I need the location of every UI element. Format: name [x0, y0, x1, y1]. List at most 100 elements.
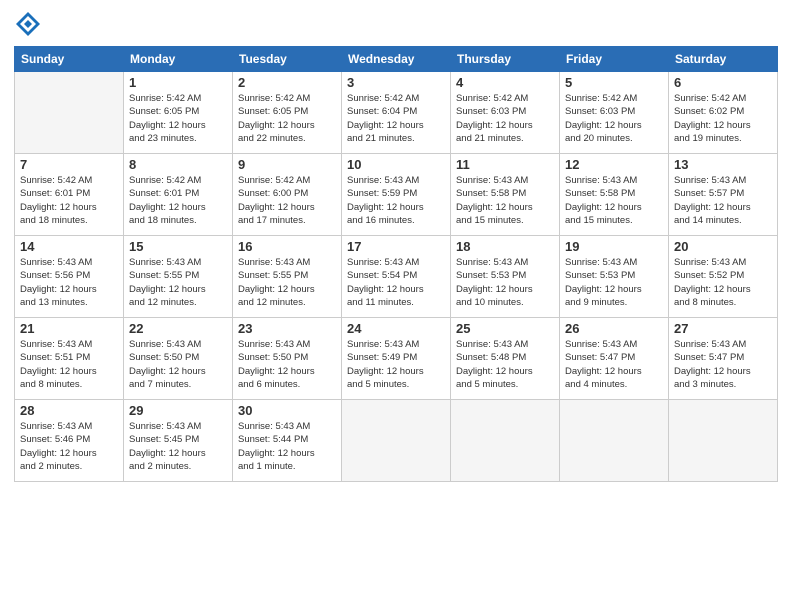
day-info: Sunrise: 5:42 AMSunset: 6:05 PMDaylight:… [129, 92, 227, 145]
day-info: Sunrise: 5:42 AMSunset: 6:01 PMDaylight:… [129, 174, 227, 227]
day-info: Sunrise: 5:42 AMSunset: 6:01 PMDaylight:… [20, 174, 118, 227]
day-number: 18 [456, 239, 554, 254]
day-number: 1 [129, 75, 227, 90]
day-info: Sunrise: 5:43 AMSunset: 5:58 PMDaylight:… [565, 174, 663, 227]
day-number: 29 [129, 403, 227, 418]
day-number: 3 [347, 75, 445, 90]
calendar-cell: 15 Sunrise: 5:43 AMSunset: 5:55 PMDayligh… [124, 236, 233, 318]
calendar-cell: 18 Sunrise: 5:43 AMSunset: 5:53 PMDayligh… [451, 236, 560, 318]
weekday-header-thursday: Thursday [451, 47, 560, 72]
calendar-week-1: 1 Sunrise: 5:42 AMSunset: 6:05 PMDaylight… [15, 72, 778, 154]
day-info: Sunrise: 5:43 AMSunset: 5:50 PMDaylight:… [129, 338, 227, 391]
day-number: 5 [565, 75, 663, 90]
calendar-cell: 13 Sunrise: 5:43 AMSunset: 5:57 PMDayligh… [669, 154, 778, 236]
calendar-cell: 23 Sunrise: 5:43 AMSunset: 5:50 PMDayligh… [233, 318, 342, 400]
day-number: 8 [129, 157, 227, 172]
calendar-cell: 12 Sunrise: 5:43 AMSunset: 5:58 PMDayligh… [560, 154, 669, 236]
calendar-cell: 9 Sunrise: 5:42 AMSunset: 6:00 PMDaylight… [233, 154, 342, 236]
calendar-week-2: 7 Sunrise: 5:42 AMSunset: 6:01 PMDaylight… [15, 154, 778, 236]
day-number: 28 [20, 403, 118, 418]
day-number: 26 [565, 321, 663, 336]
weekday-header-saturday: Saturday [669, 47, 778, 72]
day-info: Sunrise: 5:43 AMSunset: 5:47 PMDaylight:… [565, 338, 663, 391]
day-info: Sunrise: 5:42 AMSunset: 6:05 PMDaylight:… [238, 92, 336, 145]
calendar-cell: 4Sunrise: 5:42 AMSunset: 6:03 PMDaylight… [451, 72, 560, 154]
calendar-cell [669, 400, 778, 482]
day-number: 25 [456, 321, 554, 336]
calendar-cell: 17Sunrise: 5:43 AMSunset: 5:54 PMDayligh… [342, 236, 451, 318]
calendar-cell: 7 Sunrise: 5:42 AMSunset: 6:01 PMDaylight… [15, 154, 124, 236]
calendar-cell: 28 Sunrise: 5:43 AMSunset: 5:46 PMDayligh… [15, 400, 124, 482]
calendar-cell: 19 Sunrise: 5:43 AMSunset: 5:53 PMDayligh… [560, 236, 669, 318]
day-number: 6 [674, 75, 772, 90]
calendar-cell: 2 Sunrise: 5:42 AMSunset: 6:05 PMDaylight… [233, 72, 342, 154]
day-info: Sunrise: 5:43 AMSunset: 5:45 PMDaylight:… [129, 420, 227, 473]
day-number: 30 [238, 403, 336, 418]
calendar-cell: 22 Sunrise: 5:43 AMSunset: 5:50 PMDayligh… [124, 318, 233, 400]
day-number: 2 [238, 75, 336, 90]
day-info: Sunrise: 5:43 AMSunset: 5:46 PMDaylight:… [20, 420, 118, 473]
day-info: Sunrise: 5:42 AMSunset: 6:00 PMDaylight:… [238, 174, 336, 227]
calendar-week-4: 21 Sunrise: 5:43 AMSunset: 5:51 PMDayligh… [15, 318, 778, 400]
day-info: Sunrise: 5:43 AMSunset: 5:50 PMDaylight:… [238, 338, 336, 391]
day-info: Sunrise: 5:43 AMSunset: 5:53 PMDaylight:… [456, 256, 554, 309]
calendar-cell: 27 Sunrise: 5:43 AMSunset: 5:47 PMDayligh… [669, 318, 778, 400]
calendar-cell: 11Sunrise: 5:43 AMSunset: 5:58 PMDayligh… [451, 154, 560, 236]
day-number: 27 [674, 321, 772, 336]
calendar-cell: 20Sunrise: 5:43 AMSunset: 5:52 PMDayligh… [669, 236, 778, 318]
weekday-header-wednesday: Wednesday [342, 47, 451, 72]
day-info: Sunrise: 5:43 AMSunset: 5:56 PMDaylight:… [20, 256, 118, 309]
day-info: Sunrise: 5:43 AMSunset: 5:51 PMDaylight:… [20, 338, 118, 391]
calendar-cell [560, 400, 669, 482]
day-number: 23 [238, 321, 336, 336]
calendar-cell: 21 Sunrise: 5:43 AMSunset: 5:51 PMDayligh… [15, 318, 124, 400]
calendar-table: SundayMondayTuesdayWednesdayThursdayFrid… [14, 46, 778, 482]
calendar-cell: 10Sunrise: 5:43 AMSunset: 5:59 PMDayligh… [342, 154, 451, 236]
day-number: 9 [238, 157, 336, 172]
day-number: 15 [129, 239, 227, 254]
calendar-week-5: 28 Sunrise: 5:43 AMSunset: 5:46 PMDayligh… [15, 400, 778, 482]
calendar-cell: 8 Sunrise: 5:42 AMSunset: 6:01 PMDaylight… [124, 154, 233, 236]
day-number: 20 [674, 239, 772, 254]
logo [14, 10, 46, 38]
calendar-cell: 29 Sunrise: 5:43 AMSunset: 5:45 PMDayligh… [124, 400, 233, 482]
day-info: Sunrise: 5:43 AMSunset: 5:47 PMDaylight:… [674, 338, 772, 391]
day-info: Sunrise: 5:43 AMSunset: 5:54 PMDaylight:… [347, 256, 445, 309]
day-number: 13 [674, 157, 772, 172]
logo-icon [14, 10, 42, 38]
day-number: 16 [238, 239, 336, 254]
calendar-cell: 6 Sunrise: 5:42 AMSunset: 6:02 PMDaylight… [669, 72, 778, 154]
day-info: Sunrise: 5:43 AMSunset: 5:53 PMDaylight:… [565, 256, 663, 309]
header [14, 10, 778, 38]
weekday-header-row: SundayMondayTuesdayWednesdayThursdayFrid… [15, 47, 778, 72]
day-number: 19 [565, 239, 663, 254]
calendar-cell: 25 Sunrise: 5:43 AMSunset: 5:48 PMDayligh… [451, 318, 560, 400]
calendar-cell: 3Sunrise: 5:42 AMSunset: 6:04 PMDaylight… [342, 72, 451, 154]
calendar-cell: 5 Sunrise: 5:42 AMSunset: 6:03 PMDaylight… [560, 72, 669, 154]
day-number: 4 [456, 75, 554, 90]
day-number: 21 [20, 321, 118, 336]
day-info: Sunrise: 5:43 AMSunset: 5:57 PMDaylight:… [674, 174, 772, 227]
day-info: Sunrise: 5:42 AMSunset: 6:02 PMDaylight:… [674, 92, 772, 145]
page: SundayMondayTuesdayWednesdayThursdayFrid… [0, 0, 792, 612]
calendar-cell: 14 Sunrise: 5:43 AMSunset: 5:56 PMDayligh… [15, 236, 124, 318]
day-info: Sunrise: 5:43 AMSunset: 5:48 PMDaylight:… [456, 338, 554, 391]
day-number: 12 [565, 157, 663, 172]
day-number: 14 [20, 239, 118, 254]
day-info: Sunrise: 5:43 AMSunset: 5:55 PMDaylight:… [238, 256, 336, 309]
weekday-header-monday: Monday [124, 47, 233, 72]
day-number: 22 [129, 321, 227, 336]
calendar-cell [342, 400, 451, 482]
day-info: Sunrise: 5:43 AMSunset: 5:59 PMDaylight:… [347, 174, 445, 227]
weekday-header-sunday: Sunday [15, 47, 124, 72]
weekday-header-tuesday: Tuesday [233, 47, 342, 72]
calendar-cell: 1 Sunrise: 5:42 AMSunset: 6:05 PMDaylight… [124, 72, 233, 154]
day-number: 7 [20, 157, 118, 172]
day-number: 24 [347, 321, 445, 336]
weekday-header-friday: Friday [560, 47, 669, 72]
calendar-cell: 24 Sunrise: 5:43 AMSunset: 5:49 PMDayligh… [342, 318, 451, 400]
day-info: Sunrise: 5:43 AMSunset: 5:49 PMDaylight:… [347, 338, 445, 391]
day-info: Sunrise: 5:42 AMSunset: 6:03 PMDaylight:… [565, 92, 663, 145]
calendar-week-3: 14 Sunrise: 5:43 AMSunset: 5:56 PMDayligh… [15, 236, 778, 318]
day-info: Sunrise: 5:43 AMSunset: 5:55 PMDaylight:… [129, 256, 227, 309]
